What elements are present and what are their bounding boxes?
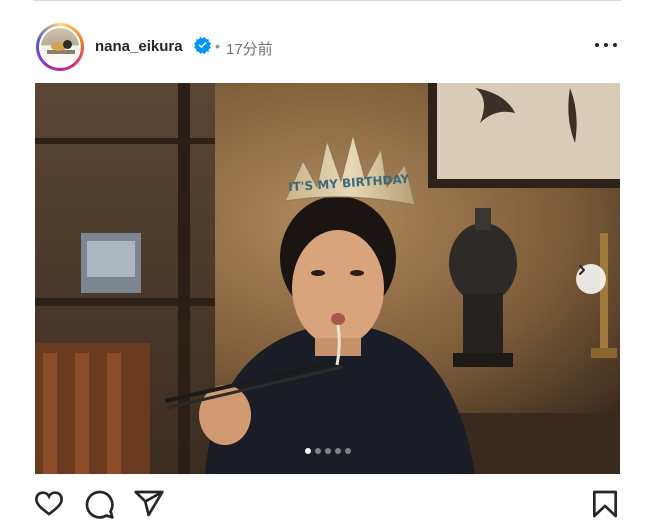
top-divider (33, 0, 621, 1)
send-icon[interactable] (133, 488, 165, 520)
post-actions (33, 488, 621, 522)
carousel-dot (324, 448, 331, 454)
avatar[interactable] (39, 26, 81, 68)
post-time[interactable]: 17分前 (226, 38, 273, 59)
comment-icon[interactable] (83, 488, 115, 520)
carousel-dot (334, 448, 341, 454)
username-link[interactable]: nana_eikura (95, 38, 183, 55)
carousel-dot (304, 448, 311, 454)
more-options-icon[interactable] (595, 43, 617, 49)
separator-dot: • (215, 38, 220, 54)
carousel-dot (314, 448, 321, 454)
next-photo-button[interactable] (576, 264, 606, 294)
carousel-dot (344, 448, 351, 454)
verified-badge-icon (194, 37, 211, 54)
story-ring[interactable] (36, 23, 84, 71)
post-header: nana_eikura • 17分前 (33, 20, 621, 74)
photo-scene: IT'S MY BIRTHDAY (35, 83, 620, 474)
post-photo[interactable]: IT'S MY BIRTHDAY (35, 83, 620, 474)
chevron-right-icon (579, 265, 585, 275)
heart-icon[interactable] (33, 488, 65, 520)
carousel-indicator (35, 448, 620, 454)
bookmark-icon[interactable] (589, 488, 621, 520)
